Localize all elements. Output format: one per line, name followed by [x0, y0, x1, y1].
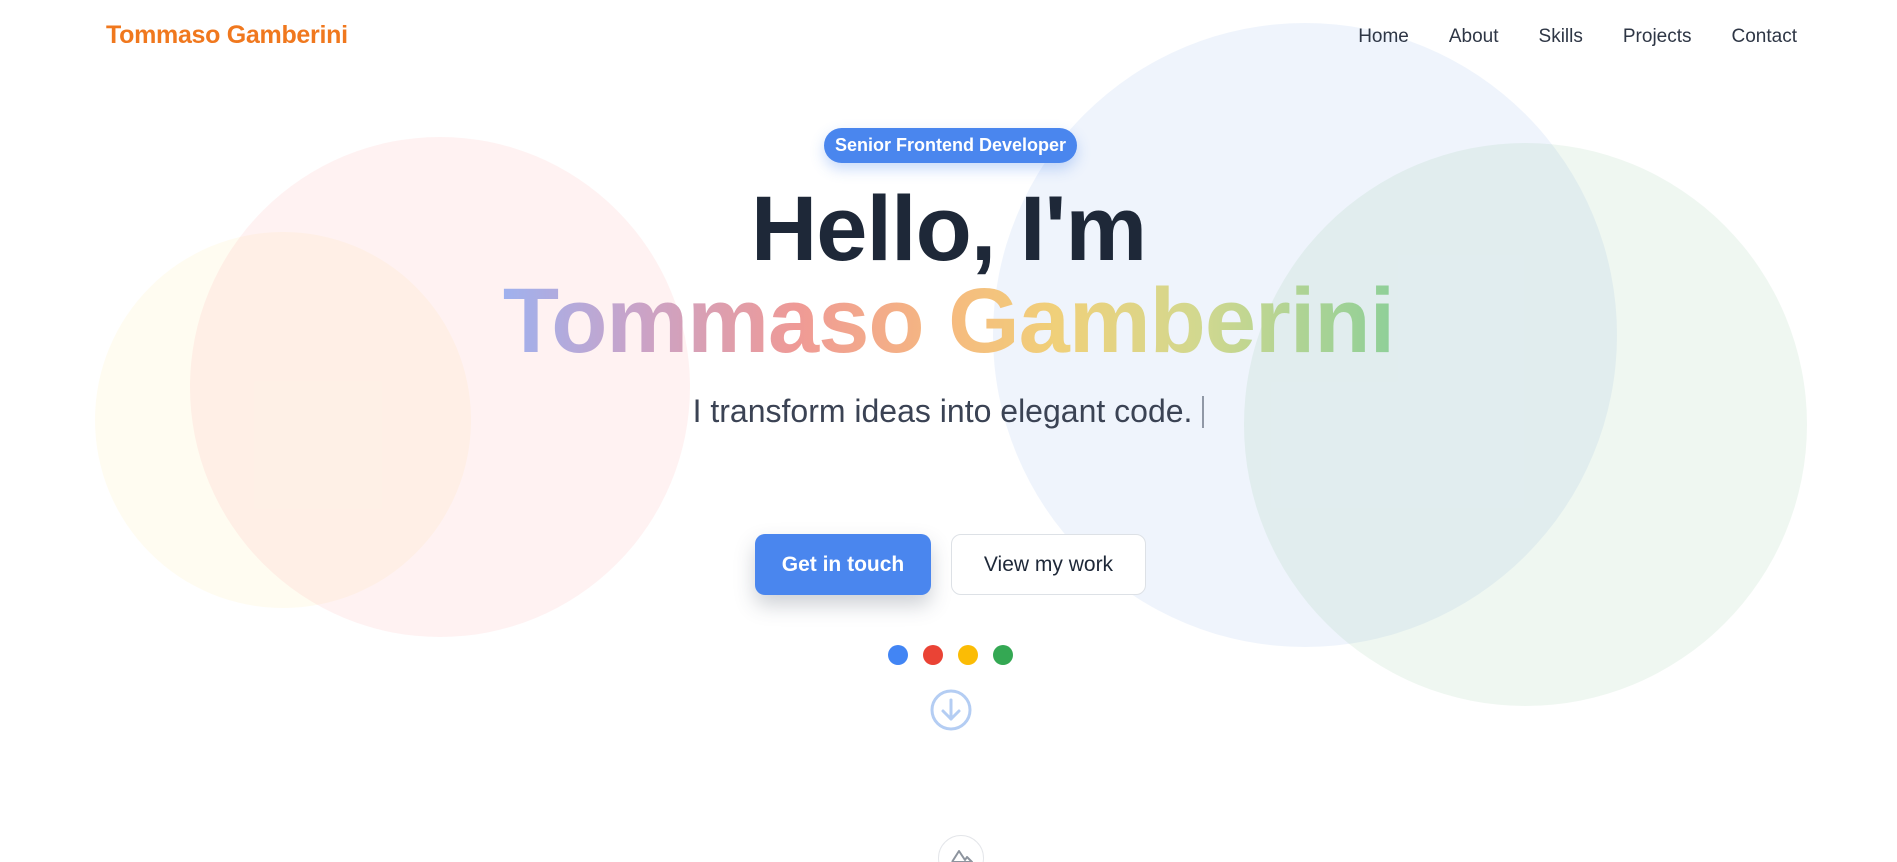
nav-link-home[interactable]: Home: [1358, 26, 1409, 48]
brand-logo[interactable]: Tommaso Gamberini: [106, 21, 348, 50]
typing-cursor: [1202, 396, 1205, 428]
nav-link-projects[interactable]: Projects: [1623, 26, 1692, 48]
page: Tommaso Gamberini Home About Skills Proj…: [0, 0, 1897, 862]
mountain-logo-icon[interactable]: [938, 835, 984, 862]
dot-yellow: [958, 645, 978, 665]
top-nav: Tommaso Gamberini Home About Skills Proj…: [0, 0, 1897, 76]
hero-tagline-text: I transform ideas into elegant code.: [692, 393, 1193, 429]
nav-link-contact[interactable]: Contact: [1732, 26, 1797, 48]
nav-link-skills[interactable]: Skills: [1539, 26, 1583, 48]
hero-name-text: Tommaso Gamberini: [502, 270, 1395, 372]
dot-blue: [888, 645, 908, 665]
hero-tagline: I transform ideas into elegant code.: [0, 393, 1897, 430]
color-dots: [888, 645, 1013, 665]
nav-links: Home About Skills Projects Contact: [1358, 26, 1797, 48]
hero-name: Tommaso Gamberini: [0, 266, 1897, 376]
arrow-down-circle-icon[interactable]: [929, 688, 973, 732]
dot-red: [923, 645, 943, 665]
get-in-touch-button[interactable]: Get in touch: [755, 534, 931, 595]
role-badge: Senior Frontend Developer: [824, 128, 1077, 163]
view-my-work-button[interactable]: View my work: [951, 534, 1146, 595]
dot-green: [993, 645, 1013, 665]
nav-link-about[interactable]: About: [1449, 26, 1499, 48]
